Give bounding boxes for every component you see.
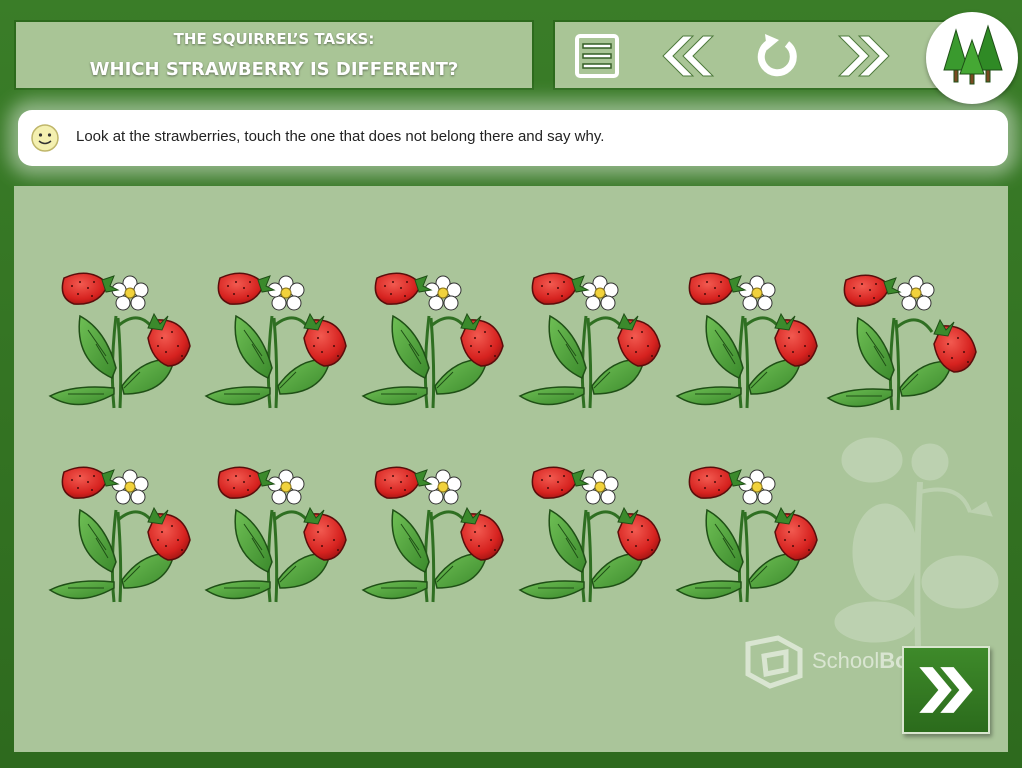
- strawberry-plant-1[interactable]: [44, 268, 204, 423]
- double-chevron-right-icon: [837, 35, 890, 77]
- smiley-icon: [31, 124, 59, 152]
- restart-button[interactable]: [749, 30, 805, 82]
- strawberry-plant-9[interactable]: [357, 462, 517, 617]
- strawberry-plant-7[interactable]: [44, 462, 204, 617]
- strawberry-plant-11[interactable]: [671, 462, 831, 617]
- title-panel: THE SQUIRREL’S TASKS: WHICH STRAWBERRY I…: [14, 20, 534, 90]
- schoolboard-logo-icon: [745, 635, 803, 689]
- watermark-strawberry-plant-icon: [834, 437, 999, 648]
- play-area: SchoolBoard: [14, 186, 1008, 752]
- task-subtitle: THE SQUIRREL’S TASKS:: [173, 30, 375, 48]
- navigation-bar: [553, 20, 953, 90]
- strawberry-plant-6-different[interactable]: [826, 268, 986, 423]
- app-frame: THE SQUIRREL’S TASKS: WHICH STRAWBERRY I…: [0, 0, 1022, 768]
- next-button[interactable]: [902, 646, 990, 734]
- forward-button[interactable]: [831, 30, 901, 82]
- forest-logo[interactable]: [926, 12, 1018, 104]
- double-chevron-left-icon: [662, 35, 715, 77]
- strawberry-plant-3[interactable]: [357, 268, 517, 423]
- menu-button[interactable]: [569, 30, 625, 82]
- back-button[interactable]: [651, 30, 721, 82]
- double-chevron-right-icon: [919, 667, 973, 713]
- instruction-text: Look at the strawberries, touch the one …: [76, 128, 605, 145]
- schoolboard-text-school: School: [812, 648, 880, 673]
- strawberry-plant-5[interactable]: [671, 268, 831, 423]
- strawberry-plant-4[interactable]: [514, 268, 674, 423]
- strawberry-plant-10[interactable]: [514, 462, 674, 617]
- instruction-bar: Look at the strawberries, touch the one …: [18, 110, 1008, 166]
- restart-icon: [757, 34, 797, 77]
- task-title: WHICH STRAWBERRY IS DIFFERENT?: [89, 59, 459, 80]
- menu-icon: [575, 34, 619, 78]
- strawberry-plant-2[interactable]: [200, 268, 360, 423]
- forest-trees-icon: [943, 24, 1003, 85]
- strawberry-plant-8[interactable]: [200, 462, 360, 617]
